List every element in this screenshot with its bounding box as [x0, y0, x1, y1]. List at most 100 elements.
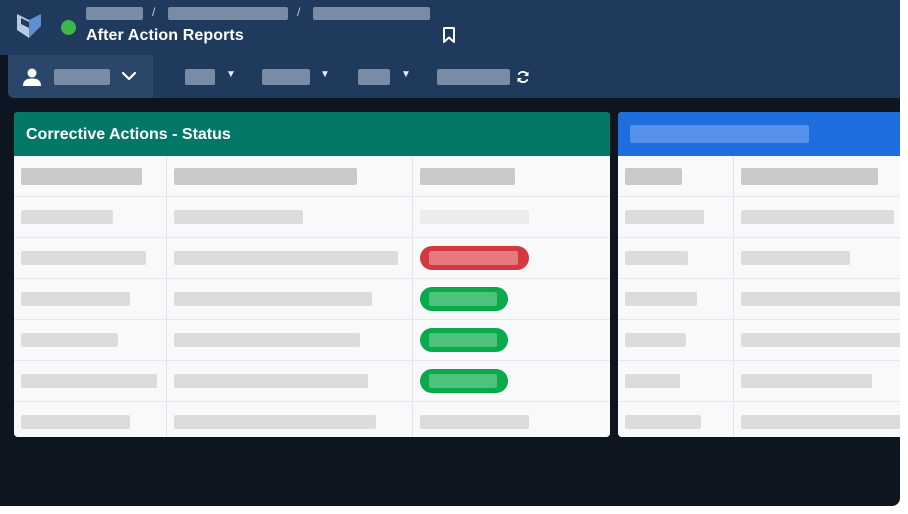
bookmark-icon[interactable]: [442, 27, 456, 43]
toolbar-menu-label: [185, 69, 215, 85]
table-cell: [741, 415, 900, 429]
table-cell: [741, 333, 900, 347]
table-cell: [625, 333, 686, 347]
table-row[interactable]: [14, 197, 610, 238]
table-cell: [741, 210, 894, 224]
table-row[interactable]: [618, 238, 900, 279]
table-cell: [625, 292, 697, 306]
table-cell: [174, 415, 376, 429]
app-frame: / / After Action Reports ▼ ▼ ▼ Correctiv…: [0, 0, 900, 506]
user-name: [54, 69, 110, 85]
status-badge-ok: [420, 369, 508, 393]
table-cell: [741, 374, 872, 388]
card-title: Corrective Actions - Status: [26, 126, 231, 143]
table-row[interactable]: [14, 320, 610, 361]
column-divider: [733, 238, 734, 278]
column-divider: [412, 238, 413, 278]
table-row[interactable]: [618, 279, 900, 320]
table-row[interactable]: [14, 238, 610, 279]
column-divider: [412, 279, 413, 319]
table-cell: [741, 251, 850, 265]
column-divider: [412, 361, 413, 401]
table-cell: [174, 210, 303, 224]
column-divider: [166, 361, 167, 401]
column-divider: [733, 320, 734, 360]
table-cell: [625, 415, 701, 429]
table-row[interactable]: [14, 279, 610, 320]
column-divider: [166, 197, 167, 237]
logo-icon[interactable]: [15, 12, 43, 40]
table-cell: [625, 374, 680, 388]
column-divider: [166, 402, 167, 437]
table-cell: [174, 333, 360, 347]
column-divider: [733, 361, 734, 401]
table-row[interactable]: [14, 361, 610, 402]
table-cell: [174, 374, 368, 388]
table-cell: [174, 292, 372, 306]
card-header: [618, 112, 900, 156]
column-header[interactable]: [21, 168, 142, 185]
toolbar-menu-2[interactable]: ▼: [261, 55, 336, 98]
table-cell: [21, 333, 118, 347]
table-cell: [21, 210, 113, 224]
table-row[interactable]: [14, 402, 610, 437]
card-title: [630, 125, 809, 143]
page-title: After Action Reports: [86, 27, 244, 44]
table-cell: [174, 251, 398, 265]
toolbar-menu-3[interactable]: ▼: [357, 55, 417, 98]
table-cell: [741, 292, 900, 306]
column-header[interactable]: [625, 168, 682, 185]
caret-down-icon: ▼: [226, 69, 236, 80]
status-badge-label: [429, 292, 497, 306]
table-row[interactable]: [618, 361, 900, 402]
table-cell: [625, 210, 704, 224]
column-divider: [733, 197, 734, 237]
refresh-icon[interactable]: [516, 70, 530, 84]
table-row[interactable]: [618, 197, 900, 238]
column-divider: [412, 156, 413, 196]
user-menu-button[interactable]: [8, 55, 153, 98]
column-divider: [733, 279, 734, 319]
toolbar-menu-label: [358, 69, 390, 85]
column-header[interactable]: [420, 168, 515, 185]
table-cell: [21, 415, 130, 429]
status-badge-ok: [420, 328, 508, 352]
status-badge-overdue: [420, 246, 529, 270]
column-divider: [412, 402, 413, 437]
column-divider: [733, 156, 734, 196]
breadcrumb-item-2[interactable]: [168, 7, 288, 20]
app-header: / / After Action Reports: [0, 0, 900, 55]
table-row[interactable]: [618, 320, 900, 361]
table-cell: [21, 292, 130, 306]
caret-down-icon: ▼: [320, 69, 330, 80]
column-header[interactable]: [741, 168, 878, 185]
toolbar-menu-label: [262, 69, 310, 85]
chevron-down-icon: [121, 71, 137, 81]
column-divider: [166, 320, 167, 360]
column-divider: [166, 156, 167, 196]
breadcrumb-separator: /: [152, 5, 156, 19]
card-header: Corrective Actions - Status: [14, 112, 610, 156]
secondary-report-card: [618, 112, 900, 437]
table-cell: [420, 210, 529, 224]
column-divider: [166, 279, 167, 319]
status-badge-label: [429, 333, 497, 347]
table-cell: [21, 251, 146, 265]
status-indicator: [61, 20, 76, 35]
column-divider: [412, 320, 413, 360]
breadcrumb-item-3[interactable]: [313, 7, 430, 20]
table-row[interactable]: [618, 402, 900, 437]
table-cell: [21, 374, 157, 388]
column-header[interactable]: [174, 168, 357, 185]
toolbar-menu-1[interactable]: ▼: [184, 55, 244, 98]
table-header-row: [14, 156, 610, 197]
column-divider: [166, 238, 167, 278]
breadcrumb-item-1[interactable]: [86, 7, 143, 20]
last-updated-label: [437, 69, 510, 85]
toolbar: ▼ ▼ ▼: [8, 55, 900, 98]
table-cell: [420, 415, 529, 429]
caret-down-icon: ▼: [401, 69, 411, 80]
status-badge-ok: [420, 287, 508, 311]
table-cell: [625, 251, 688, 265]
corrective-actions-card: Corrective Actions - Status: [14, 112, 610, 437]
